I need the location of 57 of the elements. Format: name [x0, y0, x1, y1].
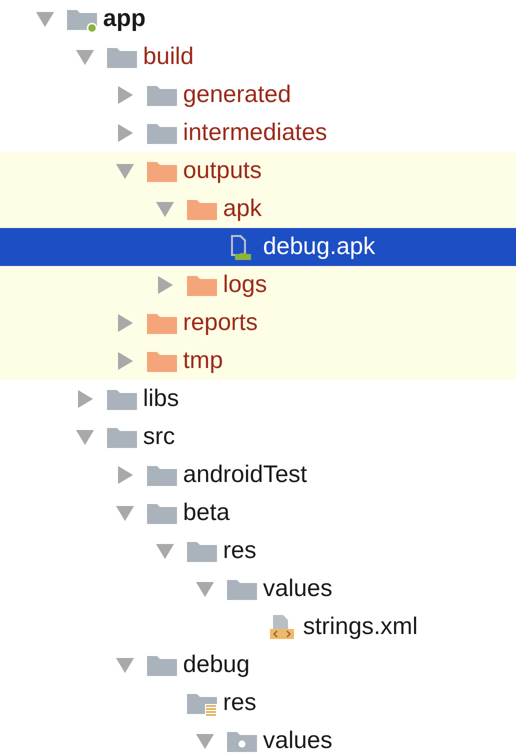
collapse-arrow-icon[interactable]	[75, 48, 95, 66]
collapse-arrow-icon[interactable]	[115, 504, 135, 522]
expand-arrow-icon[interactable]	[115, 124, 135, 142]
tree-item[interactable]: res	[0, 532, 516, 570]
item-label: build	[143, 43, 194, 71]
collapse-arrow-icon[interactable]	[115, 162, 135, 180]
item-label: strings.xml	[303, 613, 418, 641]
item-label: res	[223, 689, 256, 717]
item-label: values	[263, 727, 332, 755]
item-label: logs	[223, 271, 268, 299]
tree-item[interactable]: outputs	[0, 152, 516, 190]
tree-item[interactable]: libs	[0, 380, 516, 418]
tree-item[interactable]: beta	[0, 494, 516, 532]
collapse-arrow-icon[interactable]	[195, 732, 215, 750]
tree-item[interactable]: androidTest	[0, 456, 516, 494]
tree-item[interactable]: tmp	[0, 342, 516, 380]
item-label: intermediates	[183, 119, 328, 147]
expand-arrow-icon[interactable]	[75, 390, 95, 408]
item-label: debug.apk	[263, 233, 376, 261]
collapse-arrow-icon[interactable]	[75, 428, 95, 446]
item-label: beta	[183, 499, 230, 527]
tree-item[interactable]: apk	[0, 190, 516, 228]
expand-arrow-icon[interactable]	[115, 352, 135, 370]
item-label: outputs	[183, 157, 262, 185]
expand-arrow-icon[interactable]	[115, 466, 135, 484]
tree-item[interactable]: debug.apk	[0, 228, 516, 266]
item-label: libs	[143, 385, 180, 413]
collapse-arrow-icon[interactable]	[155, 200, 175, 218]
item-label: generated	[183, 81, 292, 109]
tree-item[interactable]: res	[0, 684, 516, 722]
tree-item[interactable]: build	[0, 38, 516, 76]
tree-item[interactable]: generated	[0, 76, 516, 114]
item-label: res	[223, 537, 256, 565]
collapse-arrow-icon[interactable]	[115, 656, 135, 674]
item-label: androidTest	[183, 461, 308, 489]
collapse-arrow-icon[interactable]	[195, 580, 215, 598]
expand-arrow-icon[interactable]	[155, 276, 175, 294]
item-label: apk	[223, 195, 262, 223]
tree-item[interactable]: values	[0, 722, 516, 756]
tree-item[interactable]: values	[0, 570, 516, 608]
expand-arrow-icon[interactable]	[115, 314, 135, 332]
item-label: tmp	[183, 347, 224, 375]
tree-item[interactable]: logs	[0, 266, 516, 304]
item-label: debug	[183, 651, 250, 679]
tree-item[interactable]: app	[0, 0, 516, 38]
item-label: src	[143, 423, 175, 451]
tree-item[interactable]: strings.xml	[0, 608, 516, 646]
tree-item[interactable]: reports	[0, 304, 516, 342]
collapse-arrow-icon[interactable]	[35, 10, 55, 28]
expand-arrow-icon[interactable]	[115, 86, 135, 104]
tree-item[interactable]: intermediates	[0, 114, 516, 152]
collapse-arrow-icon[interactable]	[155, 542, 175, 560]
tree-item[interactable]: src	[0, 418, 516, 456]
item-label: values	[263, 575, 332, 603]
item-label: app	[103, 5, 146, 33]
tree-item[interactable]: debug	[0, 646, 516, 684]
item-label: reports	[183, 309, 258, 337]
